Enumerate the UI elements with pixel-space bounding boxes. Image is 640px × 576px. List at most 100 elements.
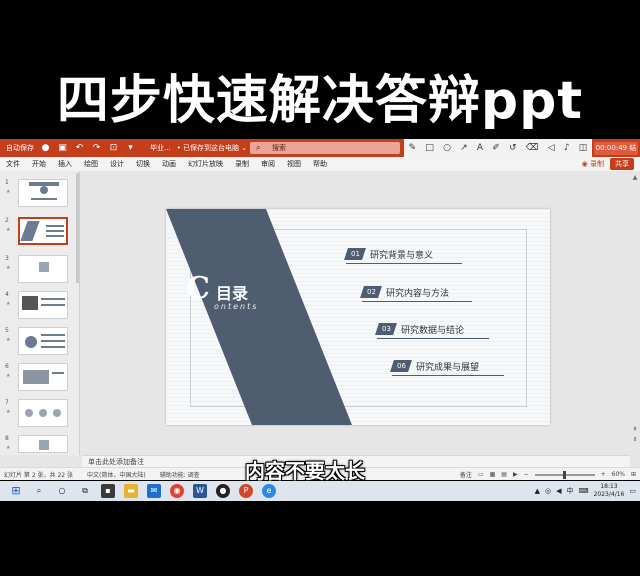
system-tray: ▲ ◎ ◀ 中 ⌨ 18:13 2023/4/16 ▭ xyxy=(535,483,636,499)
recording-timer[interactable]: 00:00:49 结束 xyxy=(594,142,638,165)
thumbnail-item[interactable]: 3 ★ xyxy=(4,255,76,285)
accessibility-status[interactable]: 辅助功能: 调查 xyxy=(160,470,200,479)
search-icon[interactable]: ⌕ xyxy=(32,484,46,498)
slide-canvas[interactable]: C 目录 ontents 01 研究背景与意义 02 研究内容与方法 03 研究… xyxy=(82,171,630,455)
reading-view-icon[interactable]: ▤ xyxy=(501,471,507,478)
file-explorer-icon[interactable]: ▬ xyxy=(124,484,138,498)
powerpoint-icon[interactable]: P xyxy=(239,484,253,498)
text-icon[interactable]: A xyxy=(477,143,483,153)
slideshow-view-icon[interactable]: ▶ xyxy=(513,471,518,478)
normal-view-icon[interactable]: ▭ xyxy=(478,471,484,478)
tray-app-icon[interactable]: ▲ xyxy=(535,487,540,495)
camera-icon[interactable]: ◫ xyxy=(579,143,588,153)
thumbnail-image[interactable] xyxy=(18,363,68,391)
quick-access-more-icon[interactable]: ▾ xyxy=(125,143,136,154)
save-status[interactable]: • 已保存到这台电脑 ⌄ xyxy=(177,143,247,153)
tab-view[interactable]: 视图 xyxy=(287,159,301,169)
word-icon[interactable]: W xyxy=(193,484,207,498)
share-button[interactable]: 共享 xyxy=(610,158,634,170)
tab-insert[interactable]: 插入 xyxy=(58,159,72,169)
page-up-icon[interactable]: ⇞ xyxy=(632,427,638,433)
slide-title[interactable]: 目录 xyxy=(216,280,248,304)
thumbnail-number: 1 xyxy=(5,179,9,186)
tab-review[interactable]: 审阅 xyxy=(261,159,275,169)
cortana-icon[interactable]: ○ xyxy=(55,484,69,498)
recorder-app-icon[interactable]: ● xyxy=(216,484,230,498)
thumbnail-scrollbar[interactable] xyxy=(76,173,79,283)
slide-thumbnail-pane[interactable]: 1 ★ 2 ★ 3 ★ 4 ★ 5 ★ 6 ★ 7 ★ 8 ★ xyxy=(0,171,80,455)
fit-to-window-icon[interactable]: ⊞ xyxy=(631,471,636,478)
transition-star-icon: ★ xyxy=(6,337,11,343)
current-slide[interactable]: C 目录 ontents 01 研究背景与意义 02 研究内容与方法 03 研究… xyxy=(166,209,550,425)
undo-icon[interactable]: ↶ xyxy=(74,143,85,154)
tab-transitions[interactable]: 切换 xyxy=(136,159,150,169)
app-icon[interactable]: ▪ xyxy=(101,484,115,498)
thumbnail-image-selected[interactable] xyxy=(18,217,68,245)
thumbnail-item[interactable]: 6 ★ xyxy=(4,363,76,393)
toc-item[interactable]: 06 研究成果与展望 xyxy=(390,359,504,376)
circle-icon[interactable]: ○ xyxy=(443,143,451,153)
thumbnail-item[interactable]: 1 ★ xyxy=(4,179,76,209)
speaker-icon[interactable]: ◁ xyxy=(548,143,555,153)
zoom-out-icon[interactable]: − xyxy=(524,471,529,478)
highlighter-icon[interactable]: ✐ xyxy=(492,143,500,153)
undo-draw-icon[interactable]: ↺ xyxy=(509,143,517,153)
ime-indicator[interactable]: 中 xyxy=(567,486,574,496)
start-icon[interactable]: ⊞ xyxy=(9,484,23,498)
edge-icon[interactable]: e xyxy=(262,484,276,498)
page-down-icon[interactable]: ⇟ xyxy=(632,437,638,443)
outlook-icon[interactable]: ✉ xyxy=(147,484,161,498)
scroll-up-icon[interactable]: ▲ xyxy=(632,175,638,181)
clear-icon[interactable]: ⌫ xyxy=(526,143,539,153)
sorter-view-icon[interactable]: ▦ xyxy=(490,471,496,478)
record-button[interactable]: ◉ 录制 xyxy=(582,159,604,169)
redo-icon[interactable]: ↷ xyxy=(91,143,102,154)
thumbnail-item[interactable]: 4 ★ xyxy=(4,291,76,321)
volume-icon[interactable]: ◀ xyxy=(556,487,561,495)
zoom-slider[interactable] xyxy=(534,470,595,479)
toc-item[interactable]: 02 研究内容与方法 xyxy=(360,285,472,302)
canvas-scrollbar[interactable]: ▲ ⇞ ⇟ xyxy=(632,175,638,445)
tab-file[interactable]: 文件 xyxy=(6,159,20,169)
tab-design[interactable]: 设计 xyxy=(110,159,124,169)
notes-button[interactable]: 备注 xyxy=(460,470,472,479)
thumbnail-item[interactable]: 7 ★ xyxy=(4,399,76,429)
thumbnail-item[interactable]: 2 ★ xyxy=(4,217,76,247)
rectangle-icon[interactable]: □ xyxy=(425,143,434,153)
thumbnail-image[interactable] xyxy=(18,435,68,453)
task-view-icon[interactable]: ⧉ xyxy=(78,484,92,498)
toc-item[interactable]: 03 研究数据与结论 xyxy=(375,322,489,339)
zoom-slider-knob[interactable] xyxy=(562,470,566,479)
thumbnail-item[interactable]: 5 ★ xyxy=(4,327,76,357)
tab-home[interactable]: 开始 xyxy=(32,159,46,169)
search-input[interactable]: ⌕ 搜索 xyxy=(250,142,400,154)
notification-icon[interactable]: ▭ xyxy=(629,487,636,495)
toc-item[interactable]: 01 研究背景与意义 xyxy=(344,247,462,264)
autosave-toggle-icon[interactable]: ● xyxy=(40,143,51,154)
network-icon[interactable]: ◎ xyxy=(545,487,551,495)
tab-draw[interactable]: 绘图 xyxy=(84,159,98,169)
present-icon[interactable]: ⊡ xyxy=(108,143,119,154)
clock[interactable]: 18:13 2023/4/16 xyxy=(594,483,625,499)
slide-subtitle[interactable]: ontents xyxy=(214,302,258,311)
microphone-icon[interactable]: ♪ xyxy=(564,143,570,153)
clock-time: 18:13 xyxy=(600,483,618,490)
save-icon[interactable]: ▣ xyxy=(57,143,68,154)
chrome-icon[interactable]: ◉ xyxy=(170,484,184,498)
thumbnail-image[interactable] xyxy=(18,327,68,355)
thumbnail-image[interactable] xyxy=(18,399,68,427)
pen-icon[interactable]: ✎ xyxy=(409,143,417,153)
arrow-icon[interactable]: ↗ xyxy=(460,143,468,153)
thumbnail-item[interactable]: 8 ★ xyxy=(4,435,76,465)
zoom-in-icon[interactable]: + xyxy=(601,471,606,478)
zoom-level[interactable]: 60% xyxy=(612,471,625,478)
language-status[interactable]: 中文(简体，中国大陆) xyxy=(87,470,146,479)
tab-slideshow[interactable]: 幻灯片放映 xyxy=(188,159,223,169)
thumbnail-image[interactable] xyxy=(18,255,68,283)
tab-animations[interactable]: 动画 xyxy=(162,159,176,169)
input-mode-icon[interactable]: ⌨ xyxy=(579,487,589,495)
tab-help[interactable]: 帮助 xyxy=(313,159,327,169)
thumbnail-image[interactable] xyxy=(18,179,68,207)
thumbnail-image[interactable] xyxy=(18,291,68,319)
tab-record[interactable]: 录制 xyxy=(235,159,249,169)
